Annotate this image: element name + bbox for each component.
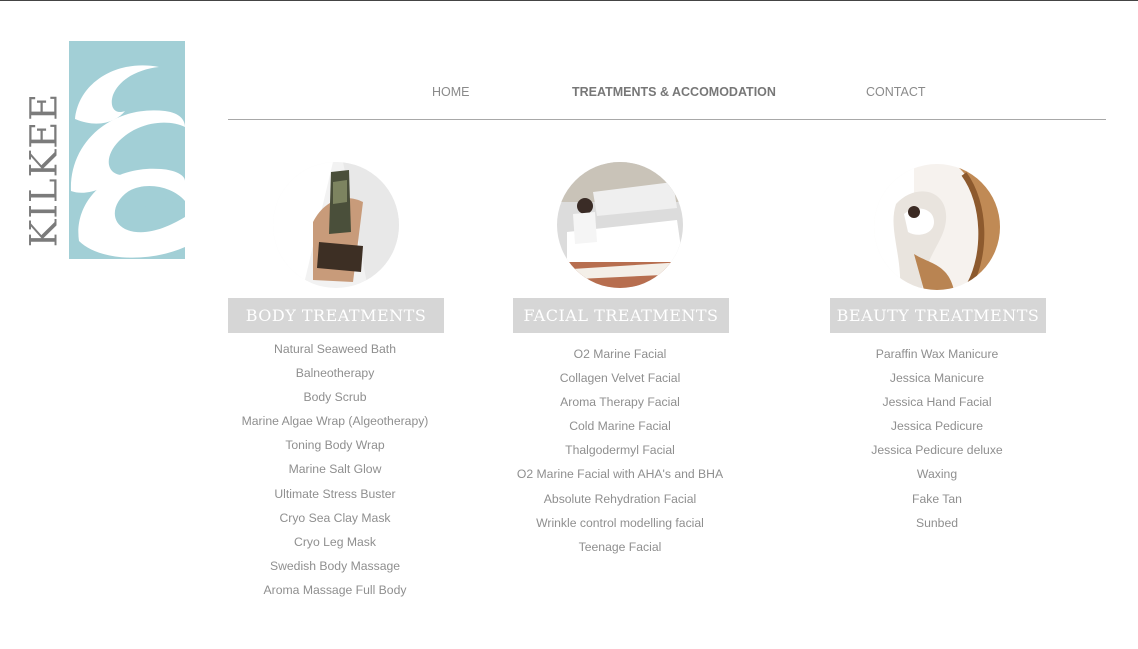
list-item[interactable]: Thalgodermyl Facial (490, 438, 750, 462)
list-item[interactable]: Absolute Rehydration Facial (490, 487, 750, 511)
list-item[interactable]: Sunbed (807, 511, 1067, 535)
beauty-treatments-heading: BEAUTY TREATMENTS (830, 298, 1046, 333)
nav-treatments-link[interactable]: TREATMENTS & ACCOMODATION (572, 85, 776, 99)
list-item[interactable]: Marine Algae Wrap (Algeotherapy) (205, 409, 465, 433)
brand-name: KILKEE (22, 92, 66, 248)
logo-wave-icon[interactable] (69, 41, 185, 259)
logo-wordmark[interactable]: KILKEE (23, 93, 66, 248)
list-item[interactable]: Natural Seaweed Bath (205, 337, 465, 361)
list-item[interactable]: Wrinkle control modelling facial (490, 511, 750, 535)
nav-contact-link[interactable]: CONTACT (866, 85, 926, 99)
list-item[interactable]: Fake Tan (807, 487, 1067, 511)
list-item[interactable]: Body Scrub (205, 385, 465, 409)
list-item[interactable]: Collagen Velvet Facial (490, 366, 750, 390)
main-nav: HOME TREATMENTS & ACCOMODATION CONTACT (228, 85, 1106, 105)
list-item[interactable]: Ultimate Stress Buster (205, 482, 465, 506)
list-item[interactable]: Paraffin Wax Manicure (807, 342, 1067, 366)
beauty-treatment-photo (874, 164, 1000, 290)
list-item[interactable]: Marine Salt Glow (205, 457, 465, 481)
body-treatments-heading: BODY TREATMENTS (228, 298, 444, 333)
list-item[interactable]: Jessica Pedicure deluxe (807, 438, 1067, 462)
list-item[interactable]: Cryo Sea Clay Mask (205, 506, 465, 530)
list-item[interactable]: Jessica Hand Facial (807, 390, 1067, 414)
list-item[interactable]: Jessica Pedicure (807, 414, 1067, 438)
beauty-treatments-list: Paraffin Wax Manicure Jessica Manicure J… (807, 342, 1067, 535)
facial-treatments-heading: FACIAL TREATMENTS (513, 298, 729, 333)
list-item[interactable]: Cold Marine Facial (490, 414, 750, 438)
facial-treatments-list: O2 Marine Facial Collagen Velvet Facial … (490, 342, 750, 559)
list-item[interactable]: O2 Marine Facial (490, 342, 750, 366)
list-item[interactable]: Teenage Facial (490, 535, 750, 559)
nav-home-link[interactable]: HOME (432, 85, 470, 99)
list-item[interactable]: O2 Marine Facial with AHA's and BHA (490, 462, 750, 486)
list-item[interactable]: Swedish Body Massage (205, 554, 465, 578)
list-item[interactable]: Jessica Manicure (807, 366, 1067, 390)
body-treatment-photo (273, 162, 399, 288)
list-item[interactable]: Balneotherapy (205, 361, 465, 385)
list-item[interactable]: Aroma Therapy Facial (490, 390, 750, 414)
nav-divider (228, 119, 1106, 120)
page: KILKEE HOME TREATMENTS & ACCOMODATION CO… (0, 0, 1138, 649)
list-item[interactable]: Cryo Leg Mask (205, 530, 465, 554)
list-item[interactable]: Aroma Massage Full Body (205, 578, 465, 602)
list-item[interactable]: Waxing (807, 462, 1067, 486)
body-treatments-list: Natural Seaweed Bath Balneotherapy Body … (205, 337, 465, 602)
facial-treatment-photo (557, 162, 683, 288)
list-item[interactable]: Toning Body Wrap (205, 433, 465, 457)
